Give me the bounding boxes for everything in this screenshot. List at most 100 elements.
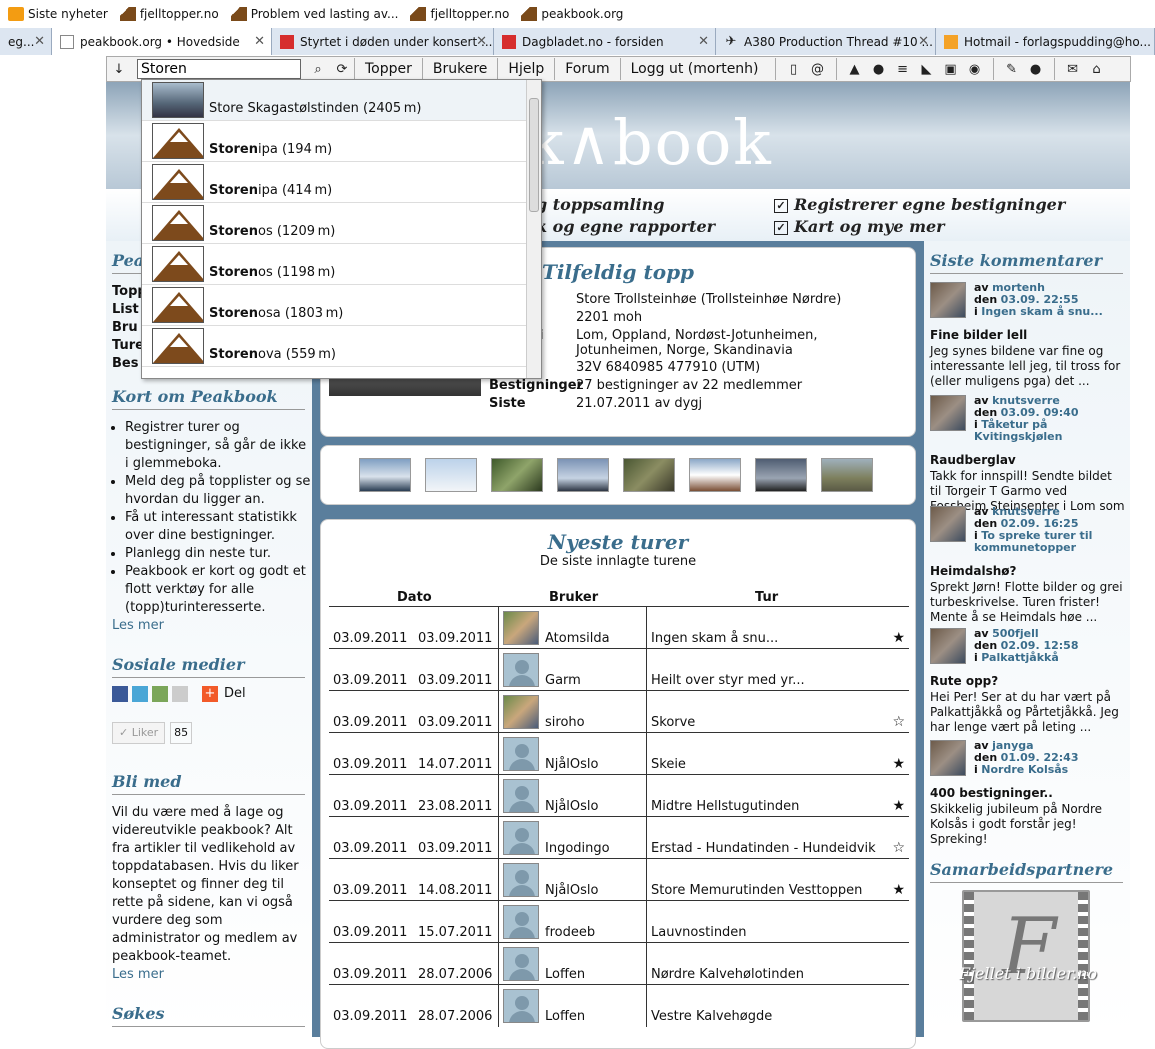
avatar[interactable]: [503, 611, 539, 645]
avatar[interactable]: [503, 653, 539, 687]
trip-name[interactable]: Ingen skam å snu...: [651, 631, 778, 646]
gallery-thumb[interactable]: [425, 458, 477, 492]
gallery-thumb[interactable]: [491, 458, 543, 492]
avatar[interactable]: [503, 863, 539, 897]
read-more-link[interactable]: Les mer: [112, 617, 312, 635]
tab[interactable]: eg... ✕: [0, 28, 52, 55]
trip-user[interactable]: frodeeb: [545, 925, 595, 940]
bookmark-item[interactable]: fjelltopper.no: [119, 7, 219, 21]
avatar[interactable]: [503, 737, 539, 771]
trip-user[interactable]: NjålOslo: [545, 883, 599, 898]
email-icon[interactable]: [172, 686, 188, 702]
avatar[interactable]: [930, 628, 966, 664]
gallery-thumb[interactable]: [821, 458, 873, 492]
gallery-thumb[interactable]: [755, 458, 807, 492]
trip-user[interactable]: Atomsilda: [545, 631, 610, 646]
tab[interactable]: Dagbladet.no - forsiden ✕: [494, 28, 716, 55]
read-more-link[interactable]: Les mer: [112, 966, 312, 984]
tab[interactable]: peakbook.org • Hovedside ✕: [52, 28, 272, 55]
bookmark-item[interactable]: fjelltopper.no: [410, 7, 509, 21]
close-icon[interactable]: ✕: [254, 34, 265, 49]
avatar[interactable]: [503, 947, 539, 981]
nav-brukere[interactable]: Brukere: [421, 58, 498, 80]
gallery-thumb[interactable]: [623, 458, 675, 492]
table-row[interactable]: 03.09.2011 03.09.2011 Ingodingo Erstad - Hu…: [329, 816, 909, 859]
trip-user[interactable]: siroho: [545, 715, 585, 730]
avatar[interactable]: [503, 821, 539, 855]
trip-user[interactable]: NjålOslo: [545, 799, 599, 814]
trip-name[interactable]: Heilt over styr med yr...: [651, 673, 805, 688]
gallery-thumb[interactable]: [557, 458, 609, 492]
at-icon[interactable]: @: [807, 59, 829, 79]
trip-name[interactable]: Midtre Hellstugutinden: [651, 799, 799, 814]
table-row[interactable]: 03.09.2011 28.07.2006 Loffen Vestre Kalvehø…: [329, 984, 909, 1027]
mail-icon[interactable]: ✉: [1062, 59, 1084, 79]
share-icon[interactable]: [152, 686, 168, 702]
trip-user[interactable]: Loffen: [545, 967, 585, 982]
boot-icon[interactable]: ◣: [916, 59, 938, 79]
scrollbar[interactable]: [526, 80, 541, 378]
like-button[interactable]: ✓ Liker: [112, 722, 166, 744]
nav-logout[interactable]: Logg ut (mortenh): [619, 58, 769, 80]
gallery-thumb[interactable]: [689, 458, 741, 492]
bookmark-item[interactable]: peakbook.org: [521, 7, 623, 21]
trip-name[interactable]: Skeie: [651, 757, 686, 772]
trip-user[interactable]: Loffen: [545, 1009, 585, 1024]
table-row[interactable]: 03.09.2011 03.09.2011 Atomsilda Ingen skam …: [329, 606, 909, 649]
close-icon[interactable]: ✕: [918, 34, 929, 49]
close-icon[interactable]: ✕: [698, 34, 709, 49]
table-row[interactable]: 03.09.2011 14.08.2011 NjålOslo Store Memuru…: [329, 858, 909, 901]
table-row[interactable]: 03.09.2011 14.07.2011 NjålOslo Skeie ★: [329, 732, 909, 775]
suggestion-item[interactable]: Storenosa (1803 m): [142, 285, 527, 326]
table-row[interactable]: 03.09.2011 23.08.2011 NjålOslo Midtre Hells…: [329, 774, 909, 817]
table-row[interactable]: 03.09.2011 15.07.2011 frodeeb Lauvnostinden: [329, 900, 909, 943]
bookmark-item[interactable]: Siste nyheter: [8, 7, 108, 21]
refresh-icon[interactable]: ⟳: [331, 59, 353, 79]
avatar[interactable]: [930, 506, 966, 542]
scrollbar-thumb[interactable]: [529, 98, 539, 212]
comment-topic[interactable]: Ingen skam å snu...: [981, 305, 1103, 318]
search-icon[interactable]: ⌕: [307, 59, 329, 79]
share-label[interactable]: Del: [224, 685, 246, 703]
arrow-down-icon[interactable]: ↓: [108, 59, 130, 79]
chat-icon[interactable]: ◉: [964, 59, 986, 79]
photo-icon[interactable]: ▣: [940, 59, 962, 79]
comment-topic[interactable]: To spreke turer til kommunetopper: [974, 529, 1092, 554]
pin-icon[interactable]: ✎: [1001, 59, 1023, 79]
trip-name[interactable]: Erstad - Hundatinden - Hundeidvik: [651, 841, 876, 856]
trip-user[interactable]: NjålOslo: [545, 757, 599, 772]
nav-forum[interactable]: Forum: [554, 58, 619, 80]
avatar[interactable]: [930, 740, 966, 776]
suggestion-item[interactable]: Storenipa (414 m): [142, 162, 527, 203]
avatar[interactable]: [503, 779, 539, 813]
search-input[interactable]: [137, 59, 301, 79]
suggestion-item[interactable]: Storenos (1198 m): [142, 244, 527, 285]
plus-icon[interactable]: +: [202, 686, 218, 702]
comment-topic[interactable]: Nordre Kolsås: [981, 763, 1068, 776]
suggestion-item[interactable]: Storenipa (194 m): [142, 121, 527, 162]
tab[interactable]: Styrtet i døden under konsert ... ✕: [272, 28, 494, 55]
trip-name[interactable]: Lauvnostinden: [651, 925, 747, 940]
twitter-icon[interactable]: [132, 686, 148, 702]
home-icon[interactable]: ⌂: [1086, 59, 1108, 79]
suggestion-item[interactable]: Storenova (559 m): [142, 326, 527, 367]
partner-logo[interactable]: F Fjellet i bilder.no: [959, 890, 1097, 1022]
avatar[interactable]: [930, 282, 966, 318]
trip-name[interactable]: Nørdre Kalvehølotinden: [651, 967, 804, 982]
close-icon[interactable]: ✕: [34, 34, 45, 49]
trip-user[interactable]: Garm: [545, 673, 581, 688]
phone-icon[interactable]: ▯: [783, 59, 805, 79]
table-row[interactable]: 03.09.2011 28.07.2006 Loffen Nørdre Kalvehø…: [329, 942, 909, 985]
trip-user[interactable]: Ingodingo: [545, 841, 610, 856]
nav-topper[interactable]: Topper: [354, 58, 422, 80]
trip-name[interactable]: Vestre Kalvehøgde: [651, 1009, 772, 1024]
suggestion-item[interactable]: Store Skagastølstinden (2405 m): [142, 80, 527, 121]
avatar[interactable]: [503, 695, 539, 729]
comment-topic[interactable]: Tåketur på Kvitingskjølen: [974, 418, 1062, 443]
peak-photo[interactable]: [329, 376, 481, 396]
table-row[interactable]: 03.09.2011 03.09.2011 Garm Heilt over styr …: [329, 648, 909, 691]
table-row[interactable]: 03.09.2011 03.09.2011 siroho Skorve ☆: [329, 690, 909, 733]
list-icon[interactable]: ≡: [892, 59, 914, 79]
tab[interactable]: Hotmail - forlagspudding@ho...: [936, 28, 1155, 55]
close-icon[interactable]: ✕: [476, 34, 487, 49]
